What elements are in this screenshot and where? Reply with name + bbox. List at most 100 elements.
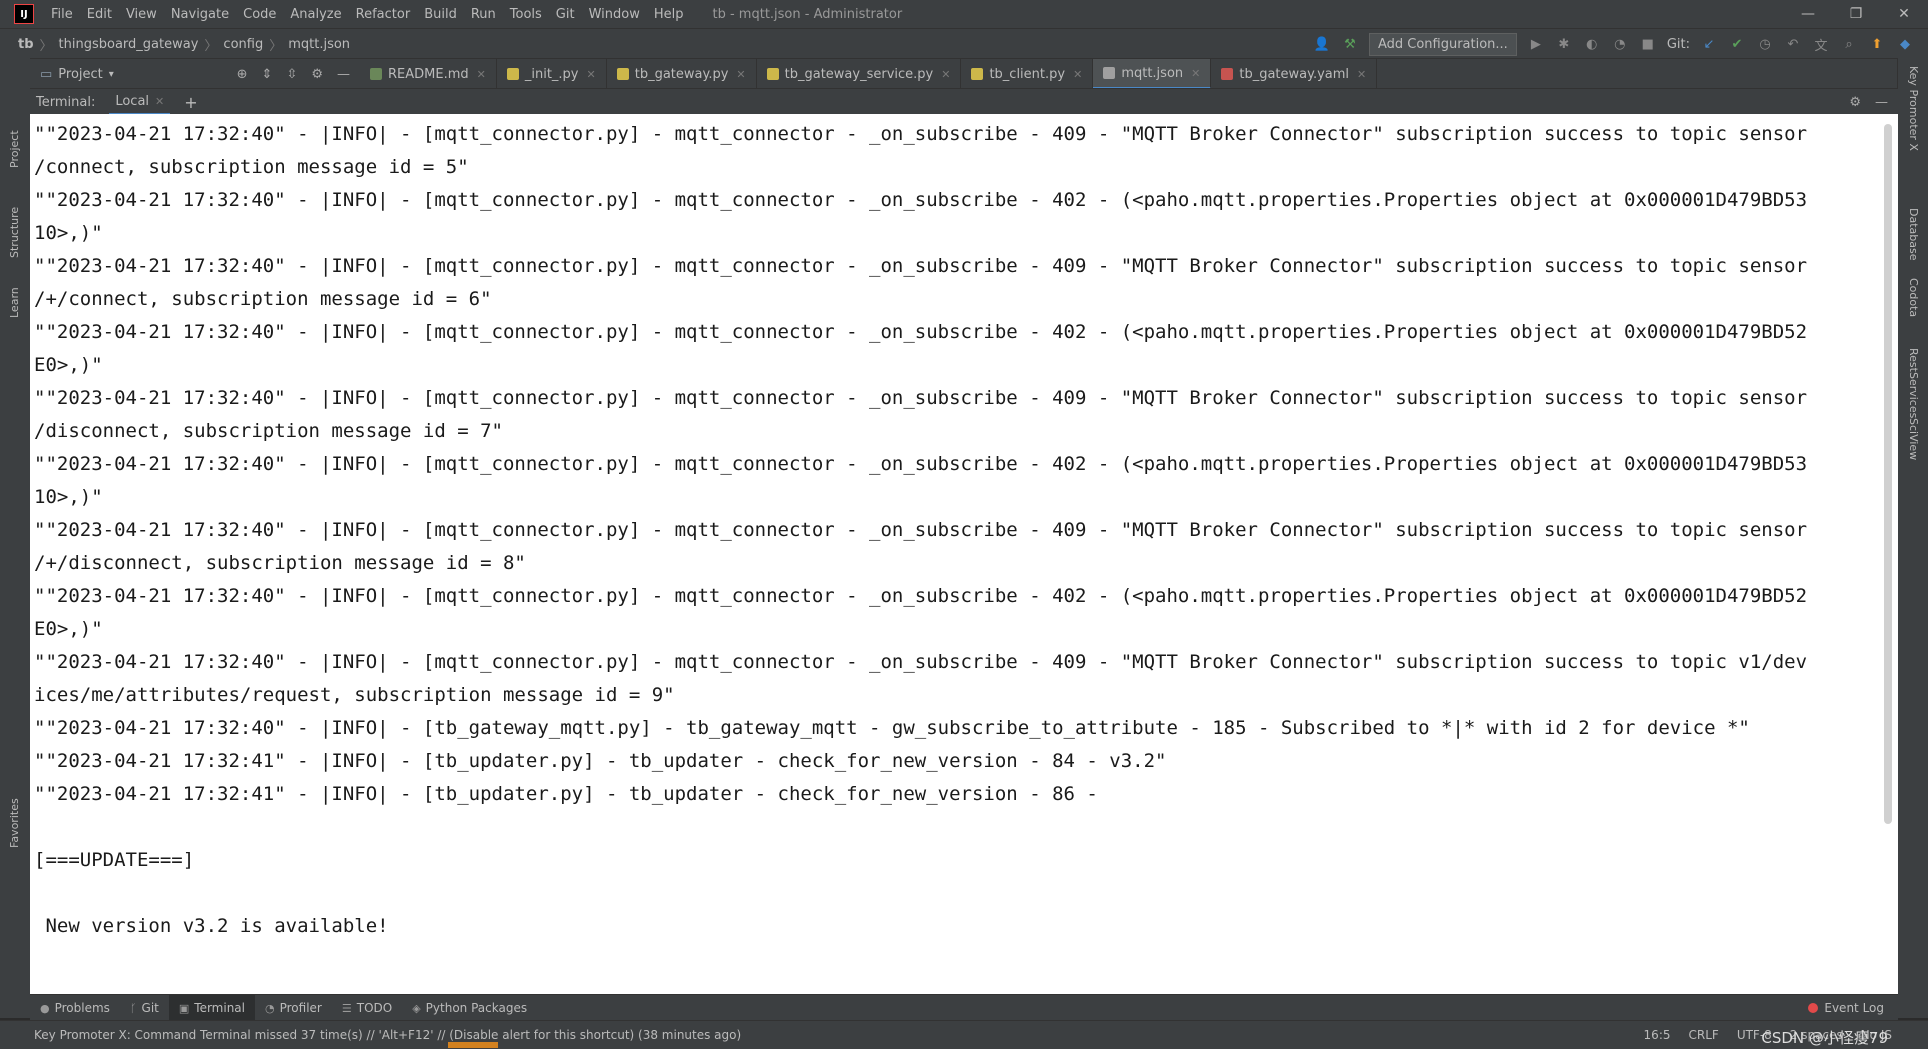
debug-icon[interactable]: ✱ bbox=[1555, 35, 1573, 53]
close-icon[interactable]: ✕ bbox=[736, 68, 745, 81]
minimize-icon[interactable]: — bbox=[1784, 0, 1832, 28]
close-icon[interactable]: ✕ bbox=[1357, 68, 1366, 81]
terminal-line: 10>,)" bbox=[34, 222, 103, 244]
close-icon[interactable]: ✕ bbox=[477, 68, 486, 81]
tool-window-todo[interactable]: ☰ TODO bbox=[332, 995, 402, 1021]
editor-tab[interactable]: tb_gateway.py ✕ bbox=[607, 59, 757, 89]
tool-window-label: Problems bbox=[54, 1001, 110, 1015]
translate-icon[interactable]: 文 bbox=[1812, 35, 1830, 54]
menu-item-tools[interactable]: Tools bbox=[503, 7, 549, 22]
terminal-line: ""2023-04-21 17:32:40" - |INFO| - [mqtt_… bbox=[34, 255, 1808, 277]
tool-window-python-packages[interactable]: ◈ Python Packages bbox=[402, 995, 537, 1021]
run-icon[interactable]: ▶ bbox=[1527, 35, 1545, 53]
git-history-icon[interactable]: ◷ bbox=[1756, 35, 1774, 53]
menu-item-refactor[interactable]: Refactor bbox=[349, 7, 418, 22]
git-update-icon[interactable]: ↙ bbox=[1700, 35, 1718, 53]
file-type-icon bbox=[616, 68, 629, 80]
tool-window-profiler[interactable]: ◔ Profiler bbox=[255, 995, 332, 1021]
breadcrumb-item[interactable]: config bbox=[223, 37, 263, 52]
tool-window-git[interactable]: ᚴ Git bbox=[120, 995, 169, 1021]
update-icon[interactable]: ⬆ bbox=[1868, 35, 1886, 53]
collapse-all-icon[interactable]: ⇳ bbox=[286, 67, 297, 82]
terminal-line: [===UPDATE===] bbox=[34, 849, 195, 871]
coverage-icon[interactable]: ◐ bbox=[1583, 35, 1601, 53]
terminal-line: ""2023-04-21 17:32:40" - |INFO| - [tb_ga… bbox=[34, 717, 1750, 739]
sidebar-tab-project[interactable]: Project bbox=[8, 130, 21, 168]
search-icon[interactable]: ⌕ bbox=[1840, 35, 1858, 53]
sidebar-tab-key-promoter-x[interactable]: Key Promoter X bbox=[1907, 66, 1920, 151]
menu-item-build[interactable]: Build bbox=[417, 7, 464, 22]
restore-icon[interactable]: ❐ bbox=[1832, 0, 1880, 28]
menu-item-help[interactable]: Help bbox=[647, 7, 691, 22]
close-icon[interactable]: ✕ bbox=[1191, 67, 1200, 80]
locate-icon[interactable]: ⊕ bbox=[237, 67, 248, 82]
breadcrumb-item[interactable]: thingsboard_gateway bbox=[59, 37, 199, 52]
sidebar-tab-favorites[interactable]: Favorites bbox=[8, 798, 21, 848]
todo-icon: ☰ bbox=[341, 1001, 352, 1015]
menu-item-analyze[interactable]: Analyze bbox=[283, 7, 348, 22]
editor-tab[interactable]: _init_.py ✕ bbox=[497, 59, 607, 89]
tool-window-terminal[interactable]: ▣ Terminal bbox=[168, 995, 255, 1021]
user-icon[interactable]: 👤 bbox=[1313, 35, 1331, 53]
file-type-icon bbox=[506, 68, 519, 80]
close-icon[interactable]: ✕ bbox=[587, 68, 596, 81]
hide-icon[interactable]: — bbox=[1875, 95, 1888, 110]
left-tool-sidebar: Project Structure Learn Favorites bbox=[0, 58, 31, 1018]
terminal-icon: ▣ bbox=[178, 1001, 190, 1015]
editor-tab[interactable]: tb_gateway_service.py ✕ bbox=[757, 59, 962, 89]
menu-item-edit[interactable]: Edit bbox=[80, 7, 119, 22]
editor-tab[interactable]: README.md ✕ bbox=[360, 59, 497, 89]
tool-window-problems[interactable]: ● Problems bbox=[30, 995, 120, 1021]
folder-icon: ▭ bbox=[40, 66, 53, 82]
sidebar-tab-sciview[interactable]: SciView bbox=[1907, 418, 1920, 460]
sidebar-tab-database[interactable]: Database bbox=[1907, 208, 1920, 261]
sidebar-tab-restservices[interactable]: RestServices bbox=[1907, 348, 1920, 418]
hide-icon[interactable]: — bbox=[337, 67, 350, 82]
new-terminal-icon[interactable]: + bbox=[184, 93, 197, 112]
menu-item-run[interactable]: Run bbox=[464, 7, 503, 22]
close-icon[interactable]: ✕ bbox=[155, 95, 164, 108]
sidebar-tab-structure[interactable]: Structure bbox=[8, 207, 21, 258]
gear-icon[interactable]: ⚙ bbox=[1849, 95, 1861, 110]
breadcrumb-item[interactable]: mqtt.json bbox=[288, 37, 350, 52]
sidebar-tab-codota[interactable]: Codota bbox=[1907, 278, 1920, 317]
menu-item-code[interactable]: Code bbox=[236, 7, 283, 22]
menu-item-window[interactable]: Window bbox=[582, 7, 647, 22]
terminal-line: ""2023-04-21 17:32:40" - |INFO| - [mqtt_… bbox=[34, 519, 1808, 541]
editor-tab[interactable]: tb_client.py ✕ bbox=[961, 59, 1094, 89]
expand-all-icon[interactable]: ⇕ bbox=[262, 67, 273, 82]
terminal-line: /+/disconnect, subscription message id =… bbox=[34, 552, 526, 574]
git-rollback-icon[interactable]: ↶ bbox=[1784, 35, 1802, 53]
terminal-tab-local[interactable]: Local ✕ bbox=[109, 89, 171, 115]
gear-icon[interactable]: ⚙ bbox=[311, 67, 323, 82]
close-icon[interactable]: ✕ bbox=[941, 68, 950, 81]
menu-item-navigate[interactable]: Navigate bbox=[164, 7, 236, 22]
profile-icon[interactable]: ◔ bbox=[1611, 35, 1629, 53]
project-view-selector[interactable]: ▭ Project ▾ ⊕ ⇕ ⇳ ⚙ — bbox=[30, 67, 360, 82]
git-commit-icon[interactable]: ✔ bbox=[1728, 35, 1746, 53]
menu-item-view[interactable]: View bbox=[119, 7, 164, 22]
plugin-icon[interactable]: ◆ bbox=[1896, 35, 1914, 53]
editor-tab[interactable]: mqtt.json ✕ bbox=[1093, 59, 1212, 89]
close-icon[interactable]: ✕ bbox=[1073, 68, 1082, 81]
title-bar: IJ File Edit View Navigate Code Analyze Refact… bbox=[0, 0, 1928, 28]
stop-icon[interactable]: ■ bbox=[1639, 35, 1657, 53]
caret-position[interactable]: 16:5 bbox=[1644, 1028, 1671, 1042]
scrollbar[interactable] bbox=[1884, 124, 1892, 824]
event-log-label: Event Log bbox=[1824, 1001, 1884, 1015]
add-configuration-button[interactable]: Add Configuration... bbox=[1368, 32, 1517, 56]
sidebar-tab-learn[interactable]: Learn bbox=[8, 287, 21, 318]
status-message[interactable]: Key Promoter X: Command Terminal missed … bbox=[34, 1028, 741, 1042]
close-icon[interactable]: ✕ bbox=[1880, 0, 1928, 28]
menu-item-file[interactable]: File bbox=[44, 7, 80, 22]
editor-tab[interactable]: tb_gateway.yaml ✕ bbox=[1211, 59, 1378, 89]
event-log-button[interactable]: Event Log bbox=[1808, 1001, 1884, 1015]
build-hammer-icon[interactable]: ⚒ bbox=[1341, 35, 1359, 53]
window-controls: — ❐ ✕ bbox=[1784, 0, 1928, 28]
line-separator[interactable]: CRLF bbox=[1689, 1028, 1719, 1042]
menu-item-git[interactable]: Git bbox=[549, 7, 582, 22]
file-type-icon bbox=[1103, 67, 1116, 79]
terminal-output[interactable]: ""2023-04-21 17:32:40" - |INFO| - [mqtt_… bbox=[30, 114, 1898, 994]
breadcrumb-root[interactable]: tb bbox=[18, 37, 34, 52]
